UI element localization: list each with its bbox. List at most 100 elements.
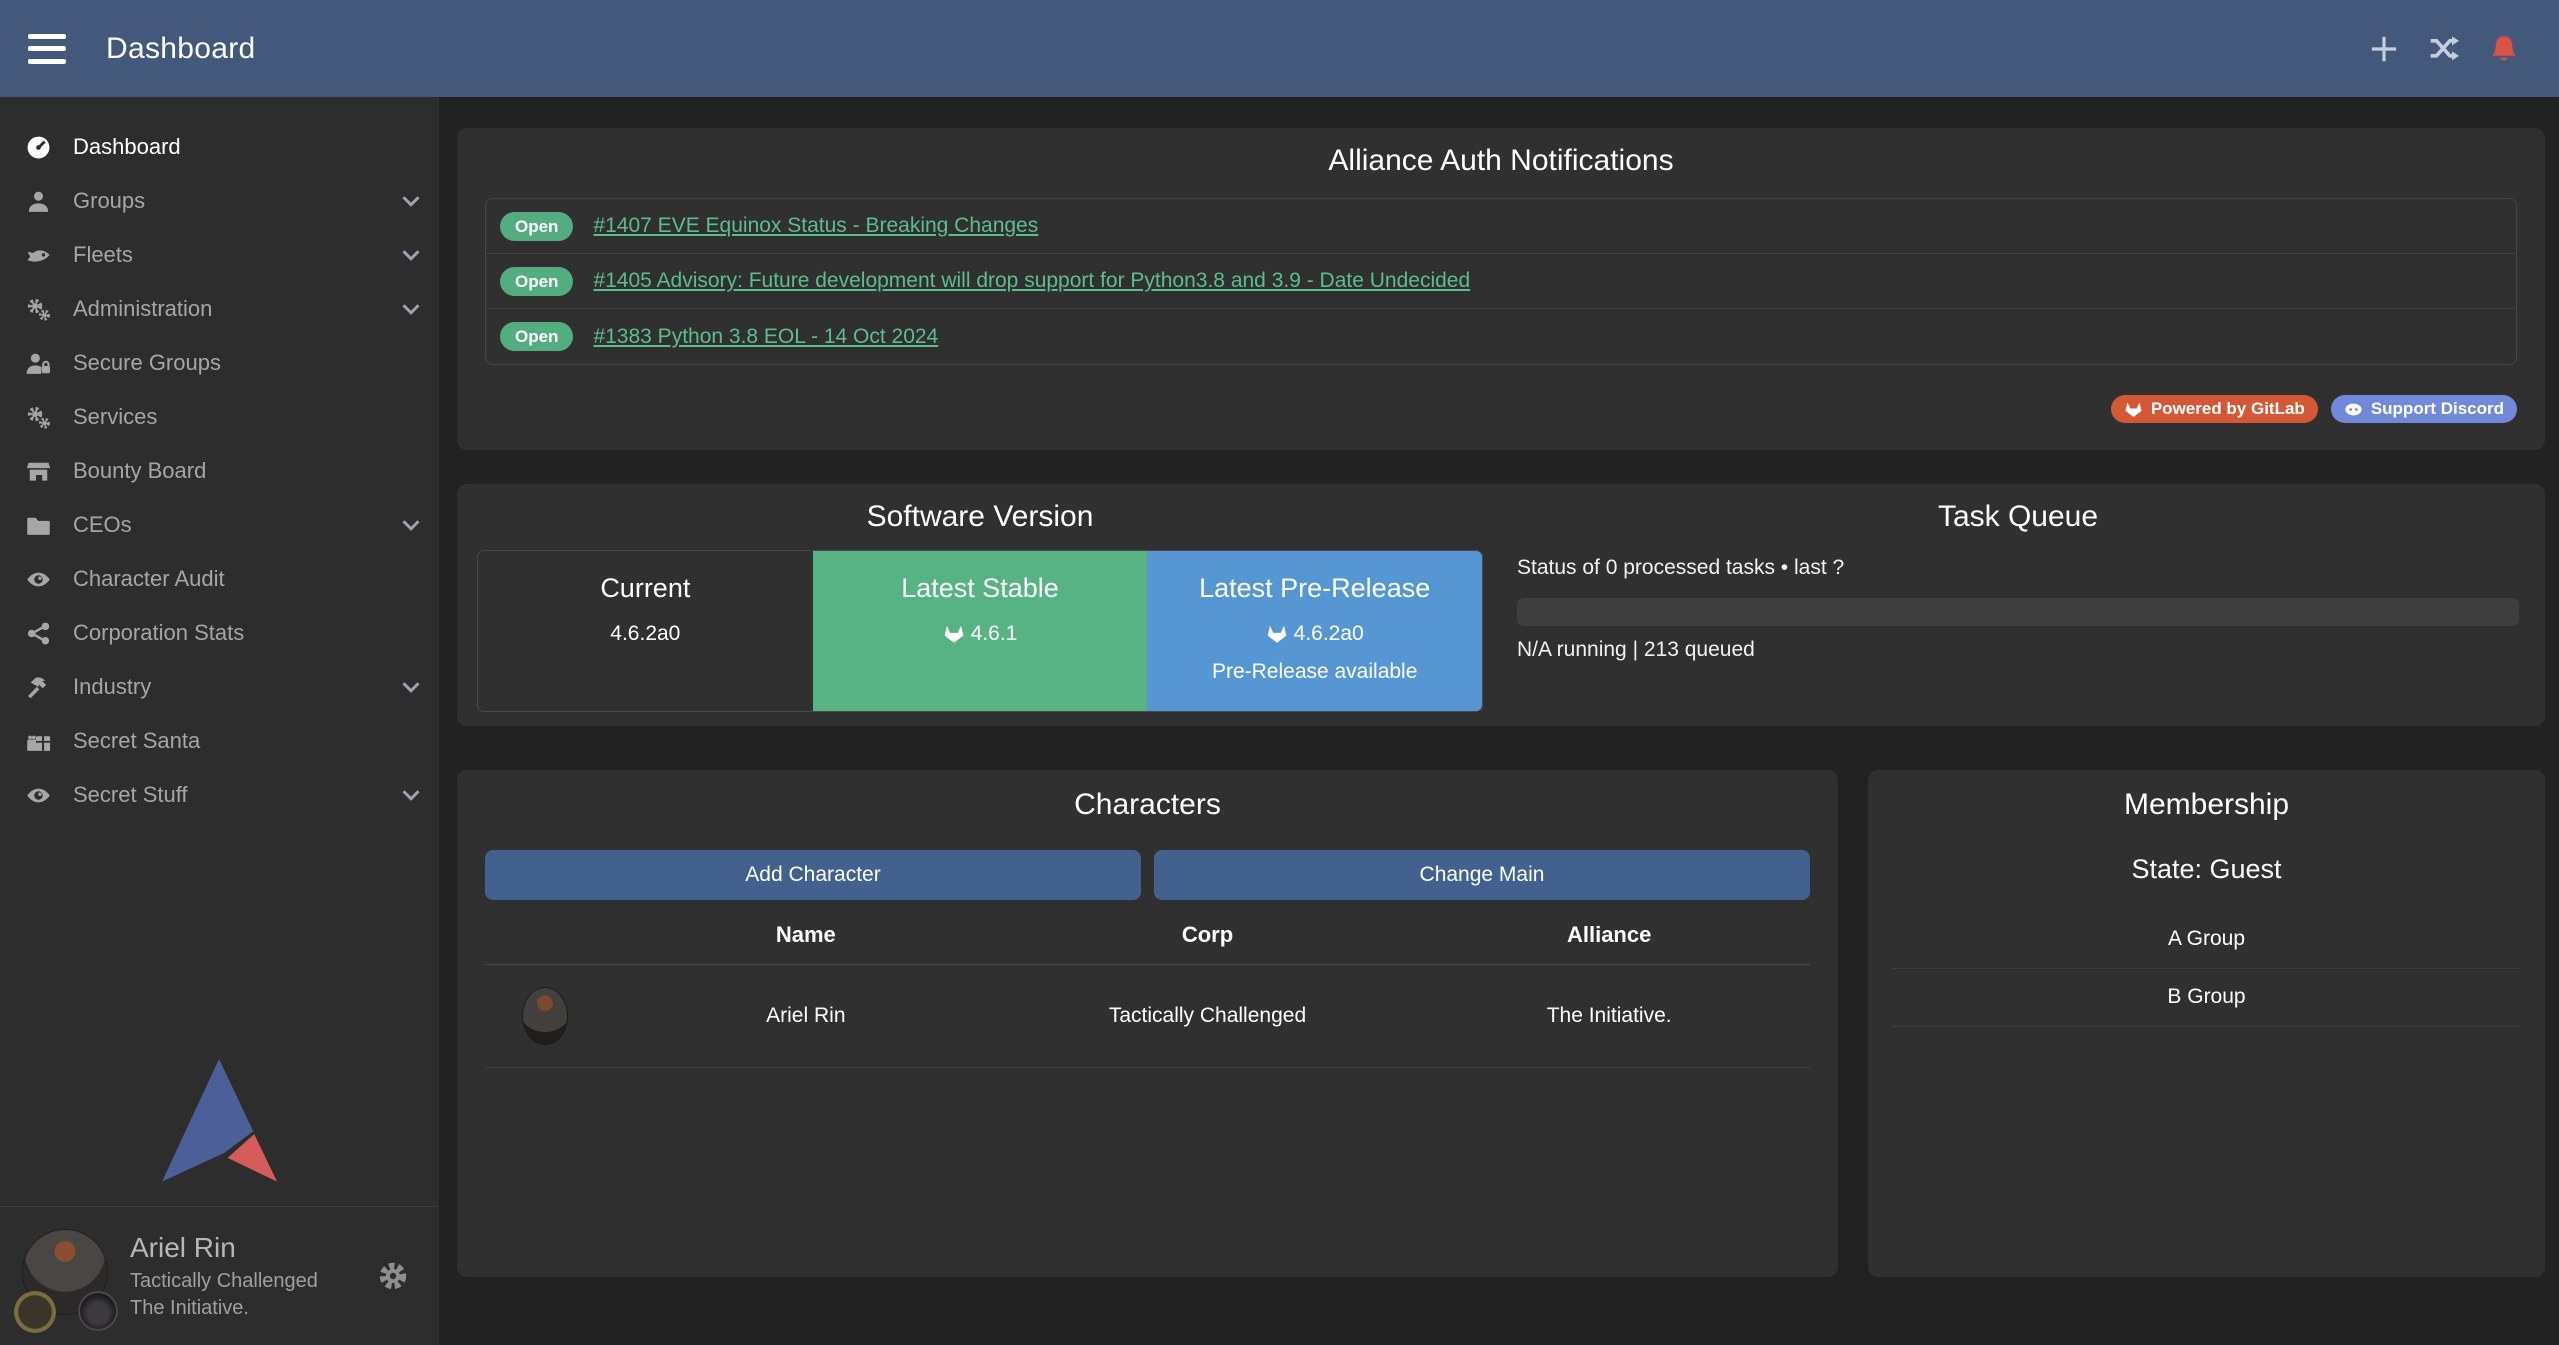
task-queue-title: Task Queue — [1517, 500, 2519, 534]
menu-toggle-icon[interactable] — [28, 34, 66, 64]
user-corp: Tactically Challenged — [130, 1271, 318, 1291]
sidebar-item-label: Administration — [73, 296, 212, 322]
change-main-button[interactable]: Change Main — [1154, 850, 1810, 900]
sidebar-menu: Dashboard Groups Fleets Ad — [0, 97, 439, 822]
status-badge: Open — [500, 322, 573, 351]
character-name: Ariel Rin — [605, 1004, 1007, 1028]
task-queue-counts: N/A running | 213 queued — [1517, 638, 2519, 662]
chevron-down-icon — [399, 783, 423, 807]
sidebar-item-administration[interactable]: Administration — [0, 282, 439, 336]
support-discord-badge[interactable]: Support Discord — [2331, 395, 2517, 423]
bottom-row: Characters Add Character Change Main Nam… — [457, 770, 2545, 1277]
badge-label: Support Discord — [2371, 399, 2504, 419]
plus-icon[interactable] — [2369, 34, 2399, 64]
version-column-heading: Current — [478, 573, 813, 604]
share-icon — [26, 620, 60, 646]
prerelease-note: Pre-Release available — [1147, 660, 1482, 684]
bell-icon[interactable] — [2489, 34, 2519, 64]
software-version-title: Software Version — [477, 500, 1483, 534]
alliance-auth-logo — [162, 1059, 278, 1183]
sidebar-item-label: Secret Stuff — [73, 782, 188, 808]
alliance-logo-badge — [78, 1291, 118, 1331]
sidebar-item-bounty-board[interactable]: Bounty Board — [0, 444, 439, 498]
version-column-heading: Latest Pre-Release — [1147, 573, 1482, 604]
sidebar-item-dashboard[interactable]: Dashboard — [0, 120, 439, 174]
column-header-alliance: Alliance — [1408, 922, 1810, 948]
notifications-footer: Powered by GitLab Support Discord — [485, 395, 2517, 423]
character-corp: Tactically Challenged — [1007, 1004, 1409, 1028]
sidebar-item-label: Corporation Stats — [73, 620, 244, 646]
membership-groups: A Group B Group — [1892, 911, 2521, 1027]
task-queue-progressbar — [1517, 598, 2519, 626]
sidebar-item-label: Services — [73, 404, 157, 430]
chevron-down-icon — [399, 189, 423, 213]
software-version-panel: Software Version Current 4.6.2a0 Latest … — [457, 484, 1501, 726]
sidebar-item-groups[interactable]: Groups — [0, 174, 439, 228]
top-navbar: Dashboard — [0, 0, 2559, 97]
column-header-name: Name — [605, 922, 1007, 948]
page-title: Dashboard — [106, 32, 255, 66]
version-value: 4.6.1 — [971, 622, 1018, 646]
list-item: A Group — [1892, 911, 2521, 969]
task-queue-status: Status of 0 processed tasks • last ? — [1517, 556, 2519, 580]
list-item: Open #1383 Python 3.8 EOL - 14 Oct 2024 — [486, 309, 2516, 364]
user-avatar-group — [22, 1227, 108, 1325]
list-item: B Group — [1892, 969, 2521, 1027]
folder-icon — [26, 512, 60, 538]
gauge-icon — [26, 134, 60, 160]
notifications-title: Alliance Auth Notifications — [485, 144, 2517, 178]
chevron-down-icon — [399, 513, 423, 537]
version-taskqueue-panel: Software Version Current 4.6.2a0 Latest … — [457, 484, 2545, 726]
badge-label: Powered by GitLab — [2151, 399, 2305, 419]
character-alliance: The Initiative. — [1408, 1004, 1810, 1028]
powered-by-gitlab-badge[interactable]: Powered by GitLab — [2111, 395, 2318, 423]
sidebar-item-label: CEOs — [73, 512, 132, 538]
main-content: Alliance Auth Notifications Open #1407 E… — [439, 97, 2559, 1345]
notification-link[interactable]: #1383 Python 3.8 EOL - 14 Oct 2024 — [593, 325, 938, 349]
notification-link[interactable]: #1405 Advisory: Future development will … — [593, 269, 1470, 293]
version-latest-prerelease: Latest Pre-Release 4.6.2a0 Pre-Release a… — [1147, 551, 1482, 711]
sidebar-item-corporation-stats[interactable]: Corporation Stats — [0, 606, 439, 660]
rocket-icon — [26, 242, 60, 268]
user-alliance: The Initiative. — [130, 1298, 318, 1318]
sidebar-item-label: Groups — [73, 188, 145, 214]
sidebar-item-secret-stuff[interactable]: Secret Stuff — [0, 768, 439, 822]
add-character-button[interactable]: Add Character — [485, 850, 1141, 900]
discord-icon — [2344, 401, 2363, 418]
sidebar-item-label: Fleets — [73, 242, 133, 268]
version-value: 4.6.2a0 — [1294, 622, 1364, 646]
membership-panel: Membership State: Guest A Group B Group — [1868, 770, 2545, 1277]
sidebar-item-label: Secret Santa — [73, 728, 200, 754]
sidebar-item-secure-groups[interactable]: Secure Groups — [0, 336, 439, 390]
chevron-down-icon — [399, 243, 423, 267]
eye-icon — [26, 566, 60, 592]
version-current: Current 4.6.2a0 — [478, 551, 813, 711]
gear-icon[interactable] — [377, 1260, 409, 1292]
alliance-auth-app: Dashboard Dashboard — [0, 0, 2559, 1345]
version-column-heading: Latest Stable — [813, 573, 1148, 604]
chevron-down-icon — [399, 675, 423, 699]
sidebar-item-fleets[interactable]: Fleets — [0, 228, 439, 282]
sidebar-user-panel: Ariel Rin Tactically Challenged The Init… — [0, 1206, 439, 1345]
membership-state: State: Guest — [1892, 854, 2521, 885]
version-value: 4.6.2a0 — [610, 622, 680, 646]
version-latest-stable: Latest Stable 4.6.1 — [813, 551, 1148, 711]
version-columns: Current 4.6.2a0 Latest Stable 4.6.1 Late… — [477, 550, 1483, 712]
gifts-icon — [26, 728, 60, 754]
sidebar-item-label: Bounty Board — [73, 458, 206, 484]
gitlab-icon — [1266, 624, 1288, 644]
shuffle-icon[interactable] — [2429, 34, 2459, 64]
chevron-down-icon — [399, 297, 423, 321]
task-queue-panel: Task Queue Status of 0 processed tasks •… — [1501, 484, 2545, 726]
gears-icon — [26, 296, 60, 322]
sidebar-item-industry[interactable]: Industry — [0, 660, 439, 714]
user-icon — [26, 188, 60, 214]
list-item: Open #1407 EVE Equinox Status - Breaking… — [486, 199, 2516, 254]
sidebar-item-character-audit[interactable]: Character Audit — [0, 552, 439, 606]
notification-link[interactable]: #1407 EVE Equinox Status - Breaking Chan… — [593, 214, 1038, 238]
sidebar-item-secret-santa[interactable]: Secret Santa — [0, 714, 439, 768]
sidebar-item-services[interactable]: Services — [0, 390, 439, 444]
sidebar-item-ceos[interactable]: CEOs — [0, 498, 439, 552]
membership-title: Membership — [1892, 788, 2521, 822]
hammer-icon — [26, 674, 60, 700]
